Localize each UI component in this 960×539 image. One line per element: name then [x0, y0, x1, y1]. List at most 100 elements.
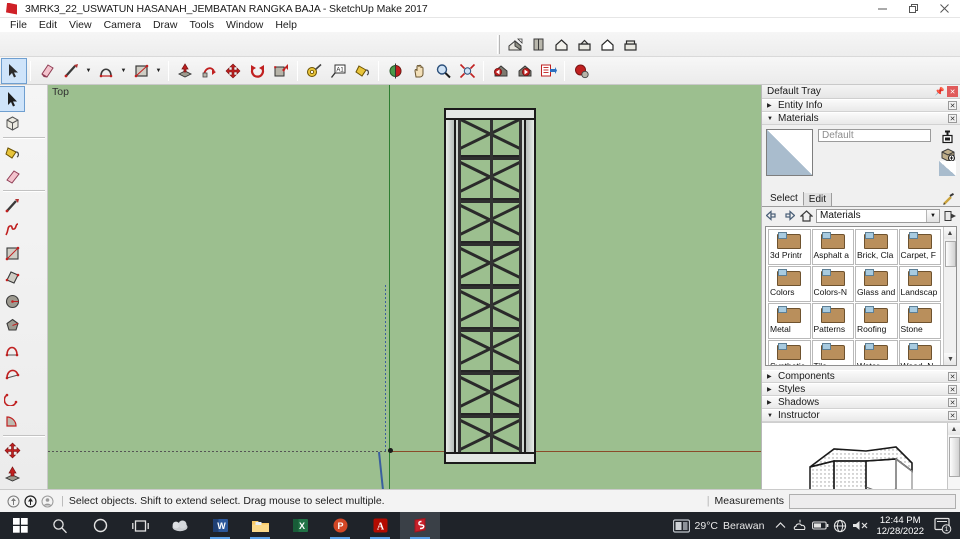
select-tool-icon[interactable]: [1, 57, 27, 84]
menu-help[interactable]: Help: [269, 18, 303, 32]
tray-section-components[interactable]: ▶ Components ✕: [762, 370, 960, 383]
section-close-icon[interactable]: ✕: [948, 114, 957, 123]
tape-measure-tool-icon[interactable]: [302, 59, 326, 83]
powerpoint-icon[interactable]: P: [320, 512, 360, 539]
move-tool-icon[interactable]: [0, 438, 24, 462]
line-tool-icon[interactable]: [0, 193, 24, 217]
scrollbar-thumb[interactable]: [945, 241, 956, 267]
adobe-acrobat-icon[interactable]: A: [360, 512, 400, 539]
make-component-icon[interactable]: [0, 111, 24, 135]
menu-camera[interactable]: Camera: [98, 18, 147, 32]
iso-view-icon[interactable]: [505, 34, 526, 55]
steel-truss-bridge-model[interactable]: [444, 108, 536, 464]
rotate-tool-icon[interactable]: [245, 59, 269, 83]
sketchup-taskbar-icon[interactable]: [400, 512, 440, 539]
material-grid-scrollbar[interactable]: ▲ ▼: [943, 227, 956, 365]
list-item[interactable]: Landscap: [898, 266, 941, 302]
sample-material-icon[interactable]: [939, 128, 956, 145]
tray-section-entity-info[interactable]: ▶ Entity Info ✕: [762, 99, 960, 112]
tab-select[interactable]: Select: [765, 192, 804, 206]
list-item[interactable]: Carpet, F: [898, 229, 941, 265]
text-tool-icon[interactable]: A1: [326, 59, 350, 83]
menu-edit[interactable]: Edit: [33, 18, 63, 32]
list-item[interactable]: Colors-N: [811, 266, 854, 302]
paint-bucket-tool-icon[interactable]: [350, 59, 374, 83]
material-name-field[interactable]: Default: [818, 129, 931, 142]
orbit-tool-icon[interactable]: [383, 59, 407, 83]
section-close-icon[interactable]: ✕: [948, 411, 957, 420]
credits-icon[interactable]: [22, 493, 39, 510]
minimize-button[interactable]: [867, 0, 898, 18]
cortana-icon[interactable]: [80, 512, 120, 539]
list-item[interactable]: Synthetic: [768, 340, 811, 365]
show-hidden-icons-chevron[interactable]: [770, 512, 790, 539]
section-close-icon[interactable]: ✕: [948, 372, 957, 381]
list-item[interactable]: Roofing: [855, 303, 898, 339]
chevron-down-icon[interactable]: ▼: [926, 209, 939, 222]
list-item[interactable]: Colors: [768, 266, 811, 302]
menu-tools[interactable]: Tools: [183, 18, 220, 32]
two-point-arc-icon[interactable]: [0, 361, 24, 385]
arc-tool-icon[interactable]: [0, 337, 24, 361]
scroll-up-icon[interactable]: ▲: [944, 227, 956, 239]
close-icon[interactable]: ✕: [947, 86, 958, 97]
list-item[interactable]: Glass and: [855, 266, 898, 302]
onedrive-icon[interactable]: [790, 512, 810, 539]
task-view-icon[interactable]: [120, 512, 160, 539]
freehand-tool-icon[interactable]: [0, 217, 24, 241]
close-button[interactable]: [929, 0, 960, 18]
front-view-icon[interactable]: [551, 34, 572, 55]
list-item[interactable]: Tile: [811, 340, 854, 365]
volume-muted-icon[interactable]: [850, 512, 870, 539]
tray-section-styles[interactable]: ▶ Styles ✕: [762, 383, 960, 396]
network-icon[interactable]: [830, 512, 850, 539]
scrollbar-thumb[interactable]: [949, 437, 960, 477]
weather-app-icon[interactable]: [160, 512, 200, 539]
menu-window[interactable]: Window: [220, 18, 269, 32]
left-view-icon[interactable]: [620, 34, 641, 55]
list-item[interactable]: Asphalt a: [811, 229, 854, 265]
tray-section-materials[interactable]: ▼ Materials ✕: [762, 112, 960, 125]
battery-icon[interactable]: [810, 512, 830, 539]
right-view-icon[interactable]: [574, 34, 595, 55]
top-view-icon[interactable]: [528, 34, 549, 55]
forward-arrow-icon[interactable]: [782, 209, 796, 223]
word-icon[interactable]: W: [200, 512, 240, 539]
rectangle-tool-icon[interactable]: [129, 59, 153, 83]
list-item[interactable]: Wood, N: [898, 340, 941, 365]
section-close-icon[interactable]: ✕: [948, 101, 957, 110]
measurements-input[interactable]: [789, 493, 956, 509]
pan-tool-icon[interactable]: [407, 59, 431, 83]
material-library-select[interactable]: Materials ▼: [816, 208, 940, 223]
list-item[interactable]: Metal: [768, 303, 811, 339]
paint-bucket-tool-icon[interactable]: [0, 140, 24, 164]
polygon-tool-icon[interactable]: [0, 313, 24, 337]
tray-section-shadows[interactable]: ▶ Shadows ✕: [762, 396, 960, 409]
tab-edit[interactable]: Edit: [803, 193, 833, 206]
list-item[interactable]: Brick, Cla: [855, 229, 898, 265]
previous-view-icon[interactable]: [488, 59, 512, 83]
notification-center-icon[interactable]: 1: [930, 512, 956, 539]
menu-file[interactable]: File: [4, 18, 33, 32]
three-point-arc-icon[interactable]: [0, 385, 24, 409]
material-library-grid[interactable]: 3d Printr Asphalt a Brick, Cla Carpet, F…: [765, 226, 957, 366]
section-plane-icon[interactable]: [569, 59, 593, 83]
taskbar-clock[interactable]: 12:44 PM 12/28/2022: [870, 515, 930, 537]
home-icon[interactable]: [799, 209, 813, 223]
eraser-tool-icon[interactable]: [0, 164, 24, 188]
sketchup-info-icon[interactable]: [5, 493, 22, 510]
arc-tool-icon[interactable]: [94, 59, 118, 83]
move-tool-icon[interactable]: [221, 59, 245, 83]
pushpull-tool-icon[interactable]: [0, 462, 24, 486]
toolbar-grip[interactable]: [497, 35, 500, 54]
line-tool-icon[interactable]: [59, 59, 83, 83]
list-item[interactable]: Patterns: [811, 303, 854, 339]
next-view-icon[interactable]: [512, 59, 536, 83]
menu-view[interactable]: View: [63, 18, 98, 32]
tray-section-instructor[interactable]: ▼ Instructor ✕: [762, 409, 960, 422]
restore-button[interactable]: [898, 0, 929, 18]
eraser-tool-icon[interactable]: [35, 59, 59, 83]
arc-tool-dropdown-icon[interactable]: ▼: [118, 59, 129, 83]
zoom-extents-tool-icon[interactable]: [455, 59, 479, 83]
zoom-tool-icon[interactable]: [431, 59, 455, 83]
